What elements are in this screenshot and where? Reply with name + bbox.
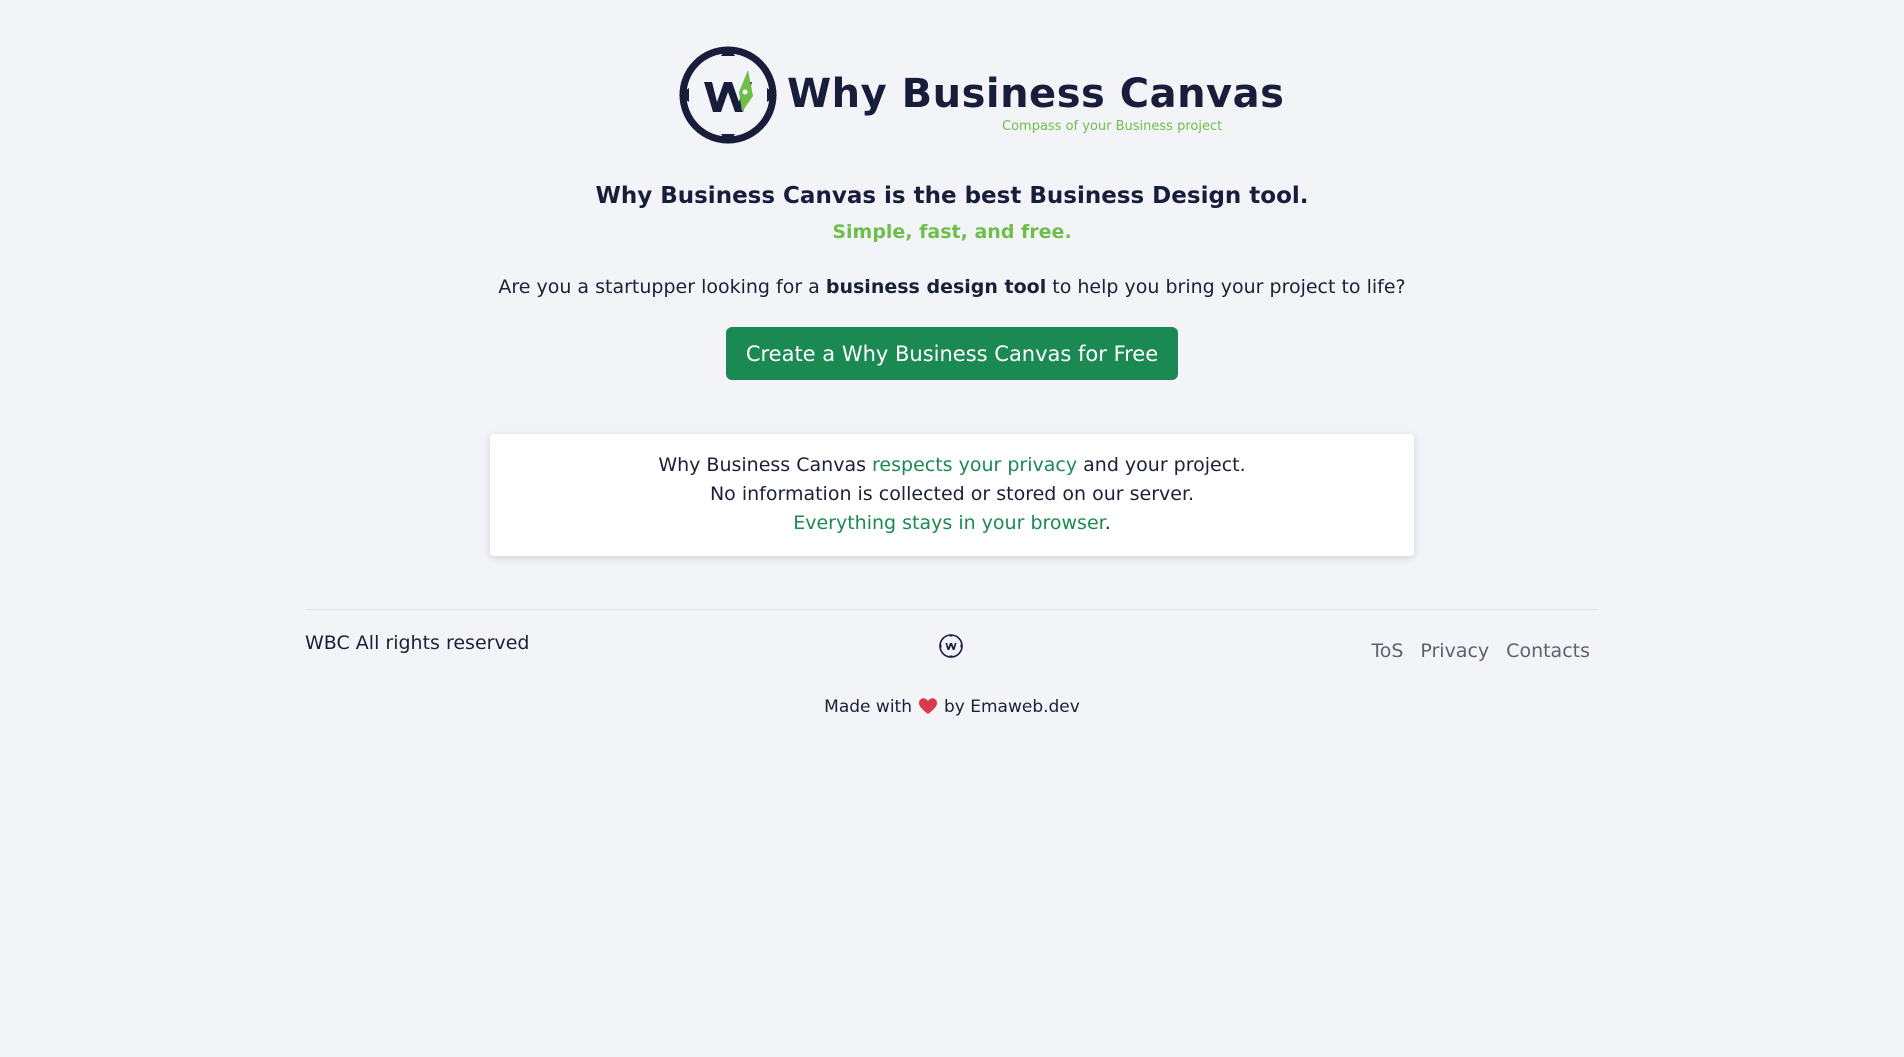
privacy-line-1-start: Why Business Canvas (658, 454, 873, 476)
privacy-notice-card: Why Business Canvas respects your privac… (490, 434, 1414, 556)
privacy-line-3: Everything stays in your browser. (490, 509, 1414, 538)
footer-link-tos[interactable]: ToS (1371, 638, 1403, 664)
respects-privacy-link[interactable]: respects your privacy (872, 454, 1077, 476)
emaweb-credit-link[interactable]: by Emaweb.dev (944, 697, 1080, 717)
footer-divider (305, 609, 1599, 610)
lead-paragraph: Are you a startupper looking for a busin… (0, 274, 1904, 300)
made-with-credit: Made with by Emaweb.dev (0, 695, 1904, 719)
compass-logo-icon (679, 46, 777, 144)
create-canvas-button[interactable]: Create a Why Business Canvas for Free (726, 327, 1178, 380)
brand-tagline: Compass of your Business project (1002, 119, 1223, 134)
lead-text-bold: business design tool (825, 276, 1047, 298)
page-headline: Why Business Canvas is the best Business… (595, 183, 1309, 209)
heart-icon (918, 698, 937, 714)
stays-in-browser-link[interactable]: Everything stays in your browser (793, 512, 1104, 534)
brand-name: Why Business Canvas (787, 71, 1285, 117)
lead-text-end: to help you bring your project to life? (1046, 276, 1406, 298)
privacy-line-1: Why Business Canvas respects your privac… (490, 451, 1414, 480)
footer-copyright: WBC All rights reserved (305, 632, 530, 654)
privacy-line-1-end: and your project. (1077, 454, 1246, 476)
page: Why Business Canvas Compass of your Busi… (0, 0, 1904, 1057)
footer-compass-logo-icon[interactable] (938, 633, 964, 659)
privacy-line-2: No information is collected or stored on… (709, 483, 1195, 505)
footer-link-privacy[interactable]: Privacy (1420, 638, 1489, 664)
lead-text-start: Are you a startupper looking for a (498, 276, 826, 298)
footer-nav: ToS Privacy Contacts (1371, 638, 1590, 664)
footer-link-contacts[interactable]: Contacts (1506, 638, 1590, 664)
made-with-label: Made with (824, 697, 912, 717)
brand-logo[interactable]: Why Business Canvas Compass of your Busi… (677, 44, 1284, 148)
privacy-line-3-end: . (1104, 512, 1111, 534)
page-subheadline: Simple, fast, and free. (832, 221, 1072, 243)
